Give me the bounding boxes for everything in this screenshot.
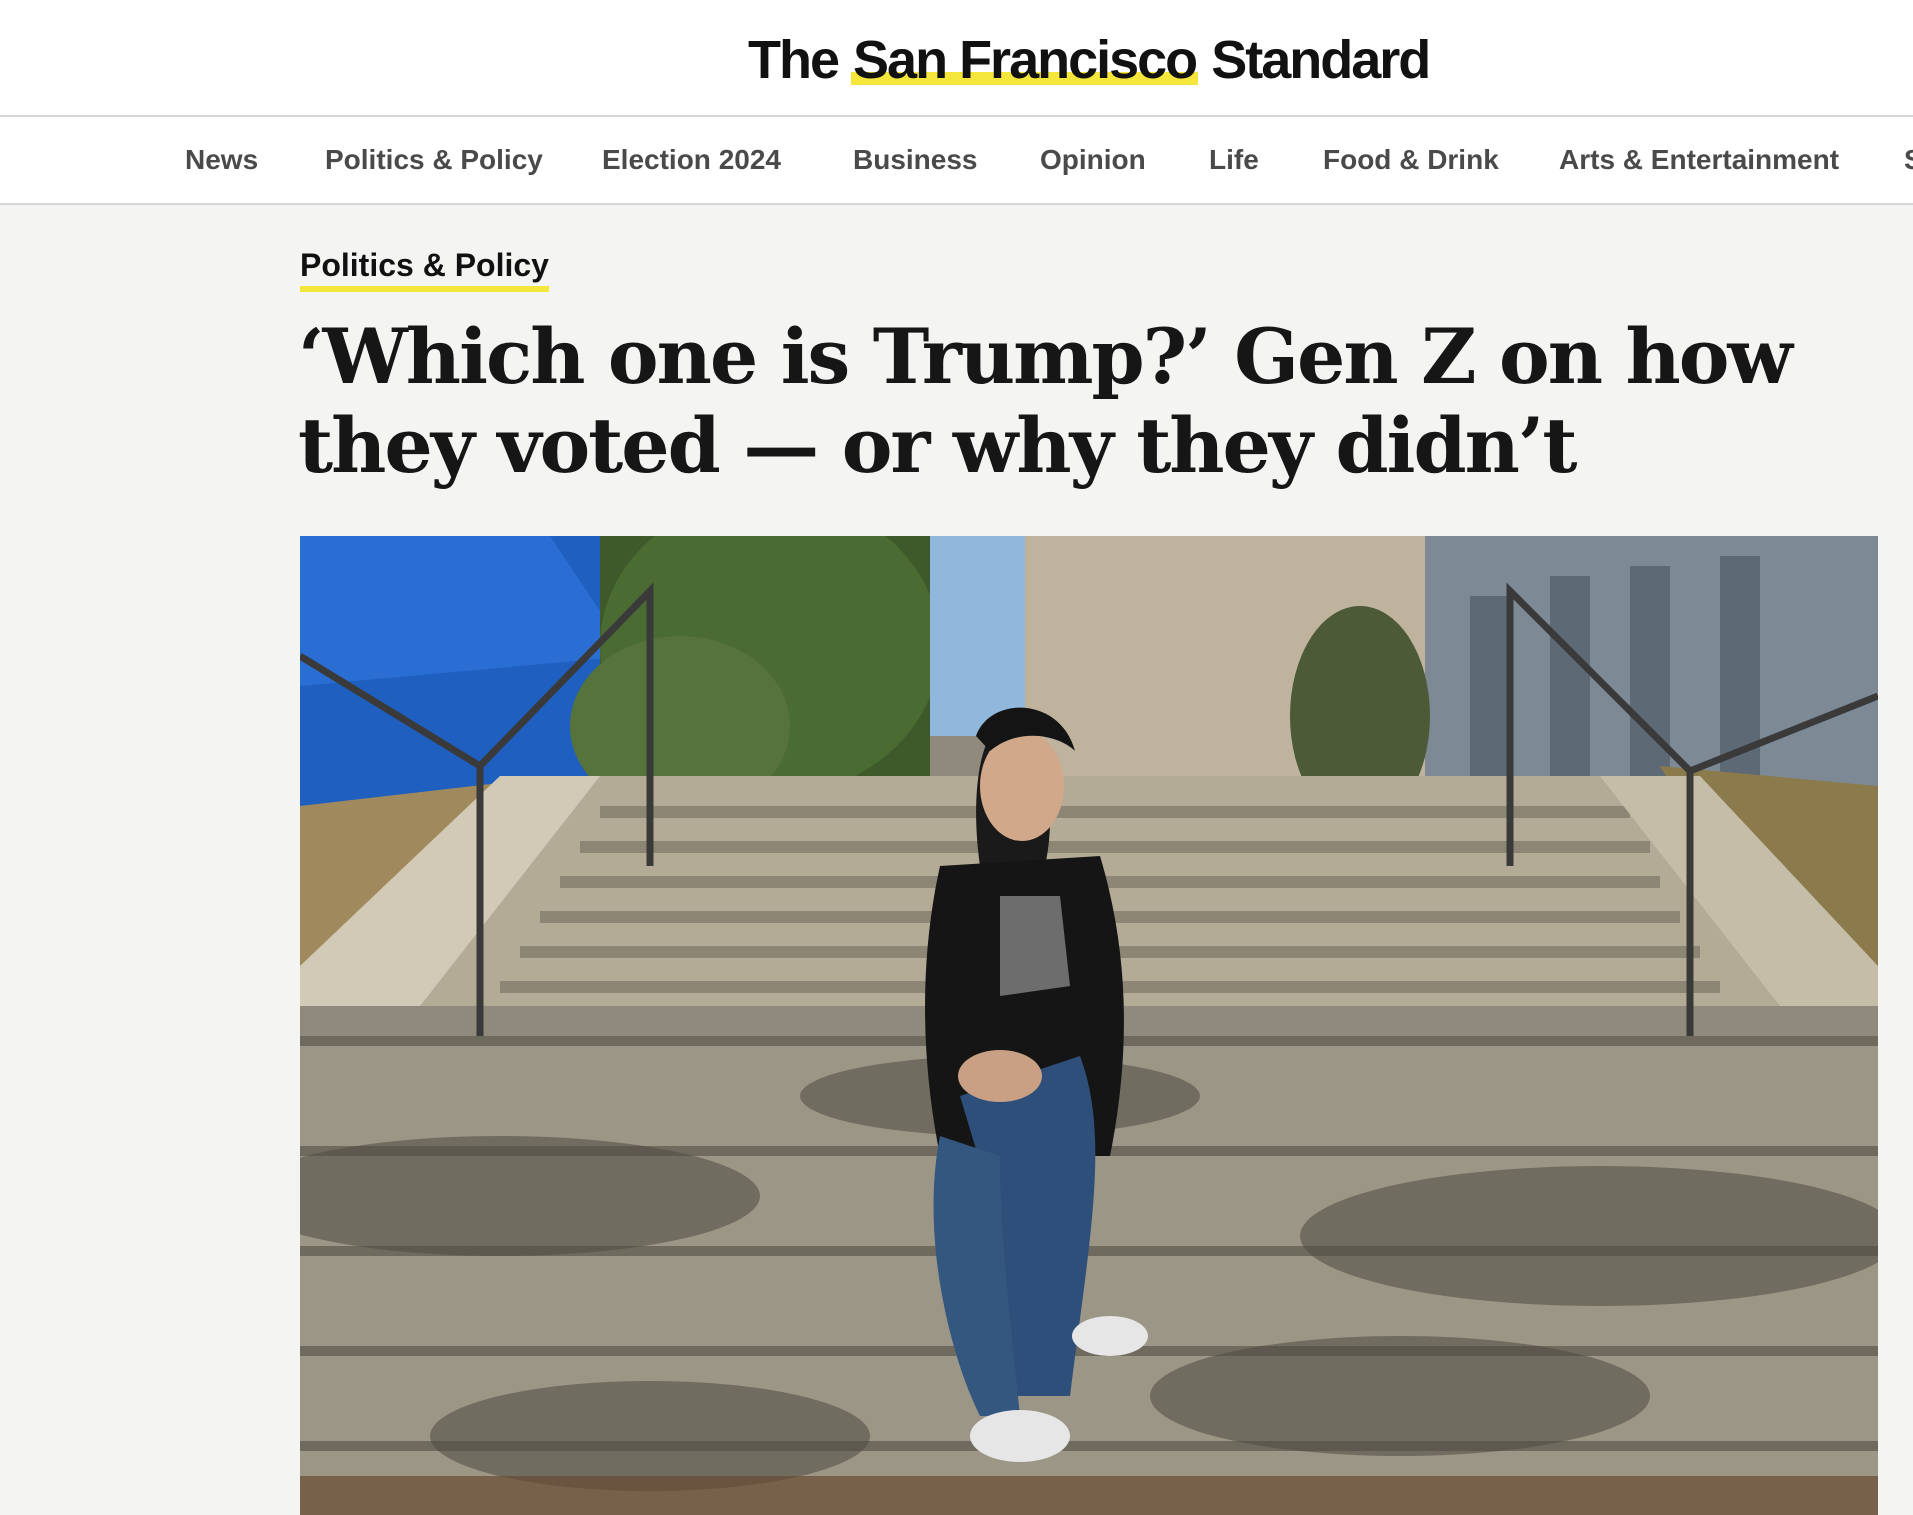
article-category-link[interactable]: Politics & Policy xyxy=(300,244,549,292)
nav-item-news[interactable]: News xyxy=(185,141,258,179)
nav-item-truncated[interactable]: S xyxy=(1904,141,1913,179)
article-headline: ‘Which one is Trump?’ Gen Z on how they … xyxy=(298,312,1793,490)
nav-item-food-drink[interactable]: Food & Drink xyxy=(1323,141,1499,179)
logo-prefix: The xyxy=(748,30,840,90)
hero-photo xyxy=(300,536,1878,1515)
logo-highlight: San Francisco xyxy=(851,30,1198,90)
nav-item-election-2024[interactable]: Election 2024 xyxy=(602,141,781,179)
photo-icon xyxy=(300,536,1878,1515)
nav-item-politics-policy[interactable]: Politics & Policy xyxy=(325,141,543,179)
nav-item-business[interactable]: Business xyxy=(853,141,978,179)
nav-item-life[interactable]: Life xyxy=(1209,141,1259,179)
section-nav: News Politics & Policy Election 2024 Bus… xyxy=(0,117,1913,205)
masthead: The San Francisco Standard xyxy=(0,0,1913,117)
logo-suffix: Standard xyxy=(1211,30,1431,90)
nav-item-opinion[interactable]: Opinion xyxy=(1040,141,1146,179)
site-logo[interactable]: The San Francisco Standard xyxy=(748,28,1431,92)
nav-item-arts-entertainment[interactable]: Arts & Entertainment xyxy=(1559,141,1839,179)
